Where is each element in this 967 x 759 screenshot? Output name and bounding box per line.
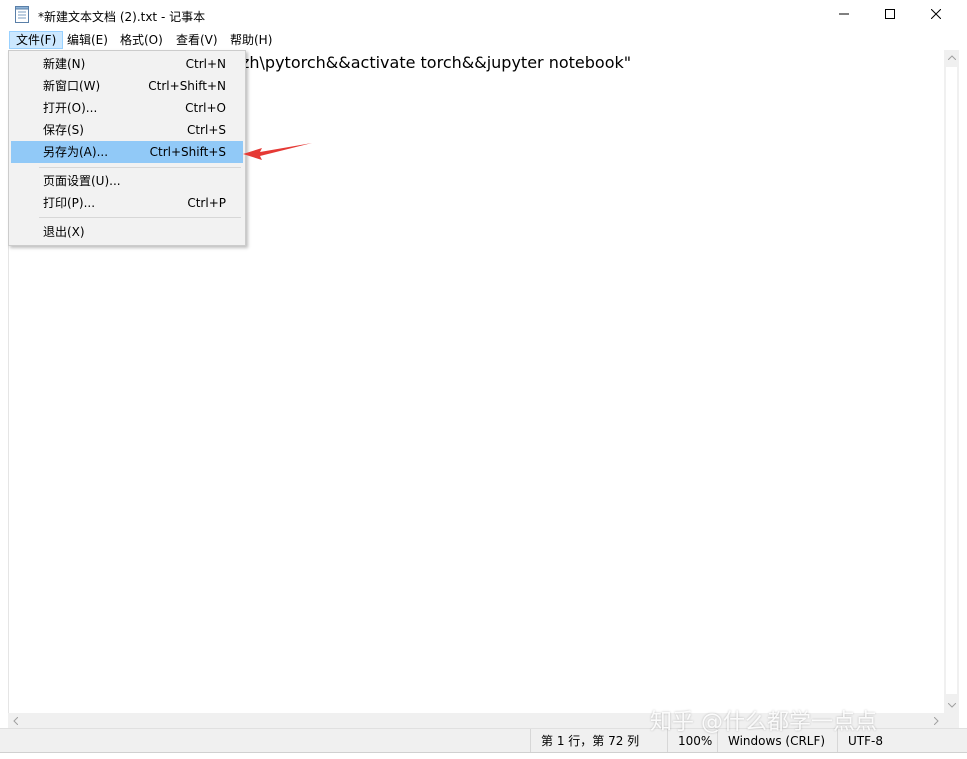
menu-item-open[interactable]: 打开(O)... Ctrl+O bbox=[11, 97, 243, 119]
menu-item-save[interactable]: 保存(S) Ctrl+S bbox=[11, 119, 243, 141]
menu-item-page-setup[interactable]: 页面设置(U)... bbox=[11, 170, 243, 192]
maximize-icon bbox=[885, 8, 895, 22]
menu-item-shortcut: Ctrl+Shift+N bbox=[148, 79, 226, 93]
scroll-corner bbox=[944, 713, 959, 728]
vertical-scrollbar[interactable] bbox=[944, 50, 959, 713]
menu-bar: 文件(F) 编辑(E) 格式(O) 查看(V) 帮助(H) bbox=[0, 30, 967, 50]
menu-item-label: 打开(O)... bbox=[43, 101, 98, 115]
scroll-up-icon[interactable] bbox=[944, 50, 959, 65]
menu-item-shortcut: Ctrl+S bbox=[186, 123, 226, 137]
notepad-window: *新建文本文档 (2).txt - 记事本 文件(F) 编辑(E) 格式(O) … bbox=[0, 0, 967, 759]
annotation-arrow-icon bbox=[243, 143, 312, 160]
close-icon bbox=[930, 8, 942, 22]
file-menu-dropdown: 新建(N) Ctrl+N 新窗口(W) Ctrl+Shift+N 打开(O)..… bbox=[8, 50, 246, 246]
menu-item-exit[interactable]: 退出(X) bbox=[11, 221, 243, 243]
menu-file[interactable]: 文件(F) bbox=[9, 31, 64, 49]
menu-item-shortcut: Ctrl+O bbox=[185, 101, 226, 115]
menu-item-new[interactable]: 新建(N) Ctrl+N bbox=[11, 53, 243, 75]
maximize-button[interactable] bbox=[867, 0, 913, 30]
editor-content[interactable]: zh\pytorch&&activate torch&&jupyter note… bbox=[241, 53, 631, 72]
menu-item-label: 另存为(A)... bbox=[43, 145, 109, 159]
minimize-button[interactable] bbox=[821, 0, 867, 30]
menu-separator bbox=[39, 167, 241, 168]
menu-edit[interactable]: 编辑(E) bbox=[61, 31, 114, 49]
window-title: *新建文本文档 (2).txt - 记事本 bbox=[38, 10, 206, 24]
menu-item-new-window[interactable]: 新窗口(W) Ctrl+Shift+N bbox=[11, 75, 243, 97]
vertical-scroll-thumb[interactable] bbox=[946, 67, 957, 694]
title-bar[interactable]: *新建文本文档 (2).txt - 记事本 bbox=[0, 0, 967, 30]
menu-item-shortcut: Ctrl+Shift+S bbox=[149, 145, 226, 159]
menu-view[interactable]: 查看(V) bbox=[170, 31, 224, 49]
menu-item-save-as[interactable]: 另存为(A)... Ctrl+Shift+S bbox=[11, 141, 243, 163]
menu-item-label: 新窗口(W) bbox=[43, 79, 101, 93]
scroll-down-icon[interactable] bbox=[944, 698, 959, 713]
menu-format[interactable]: 格式(O) bbox=[114, 31, 169, 49]
menu-item-label: 打印(P)... bbox=[43, 196, 96, 210]
menu-help[interactable]: 帮助(H) bbox=[224, 31, 278, 49]
menu-item-shortcut: Ctrl+P bbox=[187, 196, 226, 210]
window-bottom-border bbox=[0, 752, 967, 759]
menu-separator bbox=[39, 217, 241, 218]
watermark: 知乎 @什么都学一点点 bbox=[650, 710, 877, 735]
window-border bbox=[959, 0, 967, 759]
menu-item-label: 退出(X) bbox=[43, 225, 85, 239]
status-cursor-position: 第 1 行，第 72 列 bbox=[530, 729, 662, 753]
menu-item-print[interactable]: 打印(P)... Ctrl+P bbox=[11, 192, 243, 214]
scroll-right-icon[interactable] bbox=[929, 713, 944, 728]
menu-item-label: 新建(N) bbox=[43, 57, 86, 71]
notepad-icon bbox=[15, 6, 29, 23]
menu-item-label: 保存(S) bbox=[43, 123, 84, 137]
minimize-icon bbox=[839, 8, 849, 22]
menu-item-shortcut: Ctrl+N bbox=[185, 57, 226, 71]
scroll-left-icon[interactable] bbox=[8, 713, 23, 728]
close-button[interactable] bbox=[913, 0, 959, 30]
menu-item-label: 页面设置(U)... bbox=[43, 174, 121, 188]
